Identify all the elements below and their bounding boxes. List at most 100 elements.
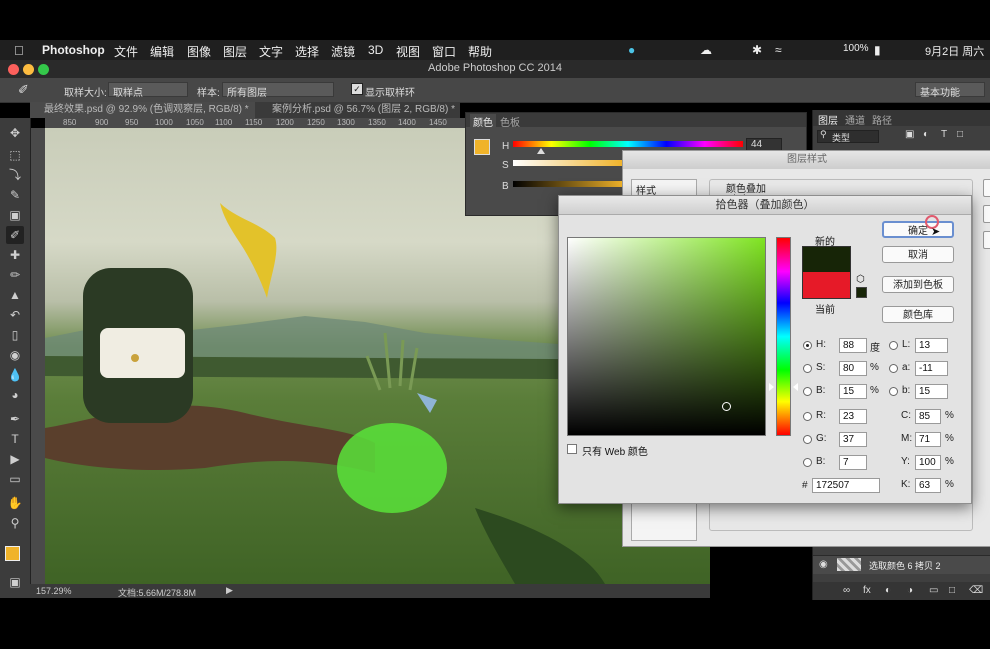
- s-field[interactable]: 80: [839, 361, 867, 376]
- l-field[interactable]: 13: [915, 338, 948, 353]
- group-icon[interactable]: ▭: [929, 585, 938, 596]
- blur-tool-icon[interactable]: 💧: [6, 366, 24, 384]
- a-radio[interactable]: [889, 364, 898, 373]
- layer-visibility-icon[interactable]: ◉: [819, 559, 828, 570]
- hue-slider[interactable]: [776, 237, 791, 436]
- fx-icon[interactable]: fx: [863, 585, 871, 596]
- menu-type[interactable]: 文字: [259, 43, 283, 60]
- sample-size-select[interactable]: 取样点: [108, 82, 188, 99]
- type-tool-icon[interactable]: T: [6, 430, 24, 448]
- r-radio[interactable]: [803, 412, 812, 421]
- gamut-cube-icon[interactable]: ⬡: [856, 274, 865, 285]
- quick-mask-icon[interactable]: ▣: [6, 573, 24, 591]
- h-slider-track[interactable]: [513, 141, 743, 147]
- add-to-swatches-button[interactable]: 添加到色板: [882, 276, 954, 293]
- layer-style-cancel-button[interactable]: [983, 205, 990, 223]
- b-field[interactable]: 15: [839, 384, 867, 399]
- a-field[interactable]: -11: [915, 361, 948, 376]
- filter-shape-icon[interactable]: □: [957, 129, 963, 140]
- g-radio[interactable]: [803, 435, 812, 444]
- g-field[interactable]: 37: [839, 432, 867, 447]
- quick-select-tool-icon[interactable]: ✎: [6, 186, 24, 204]
- tab-swatches[interactable]: 色板: [500, 114, 520, 129]
- r-field[interactable]: 23: [839, 409, 867, 424]
- layer-name[interactable]: 选取颜色 6 拷贝 2: [869, 559, 941, 572]
- eyedropper-icon[interactable]: ✐: [18, 82, 29, 98]
- web-safe-swatch[interactable]: [856, 287, 867, 298]
- menu-photoshop[interactable]: Photoshop: [42, 43, 105, 57]
- tab-channels[interactable]: 通道: [845, 112, 865, 127]
- menu-edit[interactable]: 编辑: [150, 43, 174, 60]
- zoom-readout[interactable]: 157.29%: [36, 586, 72, 596]
- hue-slider-right-arrow[interactable]: [793, 383, 798, 392]
- document-size[interactable]: 文档:5.66M/278.8M: [118, 586, 196, 599]
- paint-bucket-icon[interactable]: ◉: [6, 346, 24, 364]
- trash-icon[interactable]: ⌫: [969, 585, 983, 596]
- tab-paths[interactable]: 路径: [872, 112, 892, 127]
- filter-adjust-icon[interactable]: ◐: [923, 129, 929, 140]
- menu-layer[interactable]: 图层: [223, 43, 247, 60]
- healing-brush-icon[interactable]: ✚: [6, 246, 24, 264]
- lab-b-field[interactable]: 15: [915, 384, 948, 399]
- marquee-tool-icon[interactable]: ⬚: [6, 146, 24, 164]
- eraser-tool-icon[interactable]: ▯: [6, 326, 24, 344]
- foreground-color-swatch[interactable]: [5, 546, 20, 561]
- h-field[interactable]: 88: [839, 338, 867, 353]
- blue-radio[interactable]: [803, 458, 812, 467]
- h-slider-thumb[interactable]: [536, 148, 545, 154]
- hue-slider-left-arrow[interactable]: [769, 383, 774, 392]
- menu-view[interactable]: 视图: [396, 43, 420, 60]
- mask-icon[interactable]: ◐: [885, 585, 891, 596]
- b-radio[interactable]: [803, 387, 812, 396]
- ok-button[interactable]: 确定: [882, 221, 954, 238]
- creative-cloud-icon[interactable]: ☁: [700, 43, 712, 57]
- s-radio[interactable]: [803, 364, 812, 373]
- status-arrow-icon[interactable]: ▶: [226, 585, 233, 596]
- menu-window[interactable]: 窗口: [432, 43, 456, 60]
- menu-filter[interactable]: 滤镜: [331, 43, 355, 60]
- h-radio[interactable]: [803, 341, 812, 350]
- color-field-marker[interactable]: [722, 402, 732, 412]
- tab-layers[interactable]: 图层: [818, 112, 838, 127]
- wifi-icon[interactable]: ≈: [775, 43, 782, 57]
- adjustment-icon[interactable]: ◑: [907, 585, 913, 596]
- crop-tool-icon[interactable]: ▣: [6, 206, 24, 224]
- history-brush-icon[interactable]: ↶: [6, 306, 24, 324]
- color-libraries-button[interactable]: 颜色库: [882, 306, 954, 323]
- clock[interactable]: 9月2日 周六: [925, 43, 984, 59]
- color-panel-foreground-swatch[interactable]: [474, 139, 490, 155]
- m-field[interactable]: 71: [915, 432, 941, 447]
- eyedropper-tool-icon[interactable]: ✐: [6, 226, 24, 244]
- battery-icon[interactable]: ▮: [874, 43, 881, 57]
- filter-type-icon[interactable]: T: [941, 129, 947, 140]
- bluetooth-icon[interactable]: ✱: [752, 43, 762, 57]
- zoom-tool-icon[interactable]: ⚲: [6, 514, 24, 532]
- dodge-tool-icon[interactable]: ◕: [6, 386, 24, 404]
- link-layers-icon[interactable]: ∞: [843, 585, 850, 596]
- menu-image[interactable]: 图像: [187, 43, 211, 60]
- current-color-swatch[interactable]: [802, 272, 851, 299]
- saturation-brightness-field[interactable]: [567, 237, 766, 436]
- layer-row[interactable]: ◉ 选取颜色 6 拷贝 2: [813, 555, 990, 574]
- layer-style-new-style-button[interactable]: [983, 231, 990, 249]
- b-slider-track[interactable]: [513, 181, 623, 187]
- recording-icon[interactable]: ●: [628, 43, 635, 57]
- move-tool-icon[interactable]: ✥: [6, 124, 24, 142]
- hex-field[interactable]: 172507: [812, 478, 880, 493]
- brush-tool-icon[interactable]: ✏: [6, 266, 24, 284]
- blue-field[interactable]: 7: [839, 455, 867, 470]
- menu-3d[interactable]: 3D: [368, 43, 383, 57]
- web-only-checkbox[interactable]: [567, 444, 577, 454]
- y-field[interactable]: 100: [915, 455, 941, 470]
- workspace-select[interactable]: 基本功能: [915, 82, 985, 99]
- c-field[interactable]: 85: [915, 409, 941, 424]
- l-radio[interactable]: [889, 341, 898, 350]
- new-layer-icon[interactable]: □: [949, 585, 955, 596]
- tab-final-effect[interactable]: 最终效果.psd @ 92.9% (色调观察层, RGB/8) *: [30, 102, 255, 118]
- cancel-button[interactable]: 取消: [882, 246, 954, 263]
- clone-stamp-icon[interactable]: ▲: [6, 286, 24, 304]
- tab-case-analysis[interactable]: 案例分析.psd @ 56.7% (图层 2, RGB/8) *: [258, 102, 458, 118]
- sample-select[interactable]: 所有图层: [222, 82, 334, 99]
- path-select-icon[interactable]: ▶: [6, 450, 24, 468]
- s-slider-track[interactable]: [513, 160, 623, 166]
